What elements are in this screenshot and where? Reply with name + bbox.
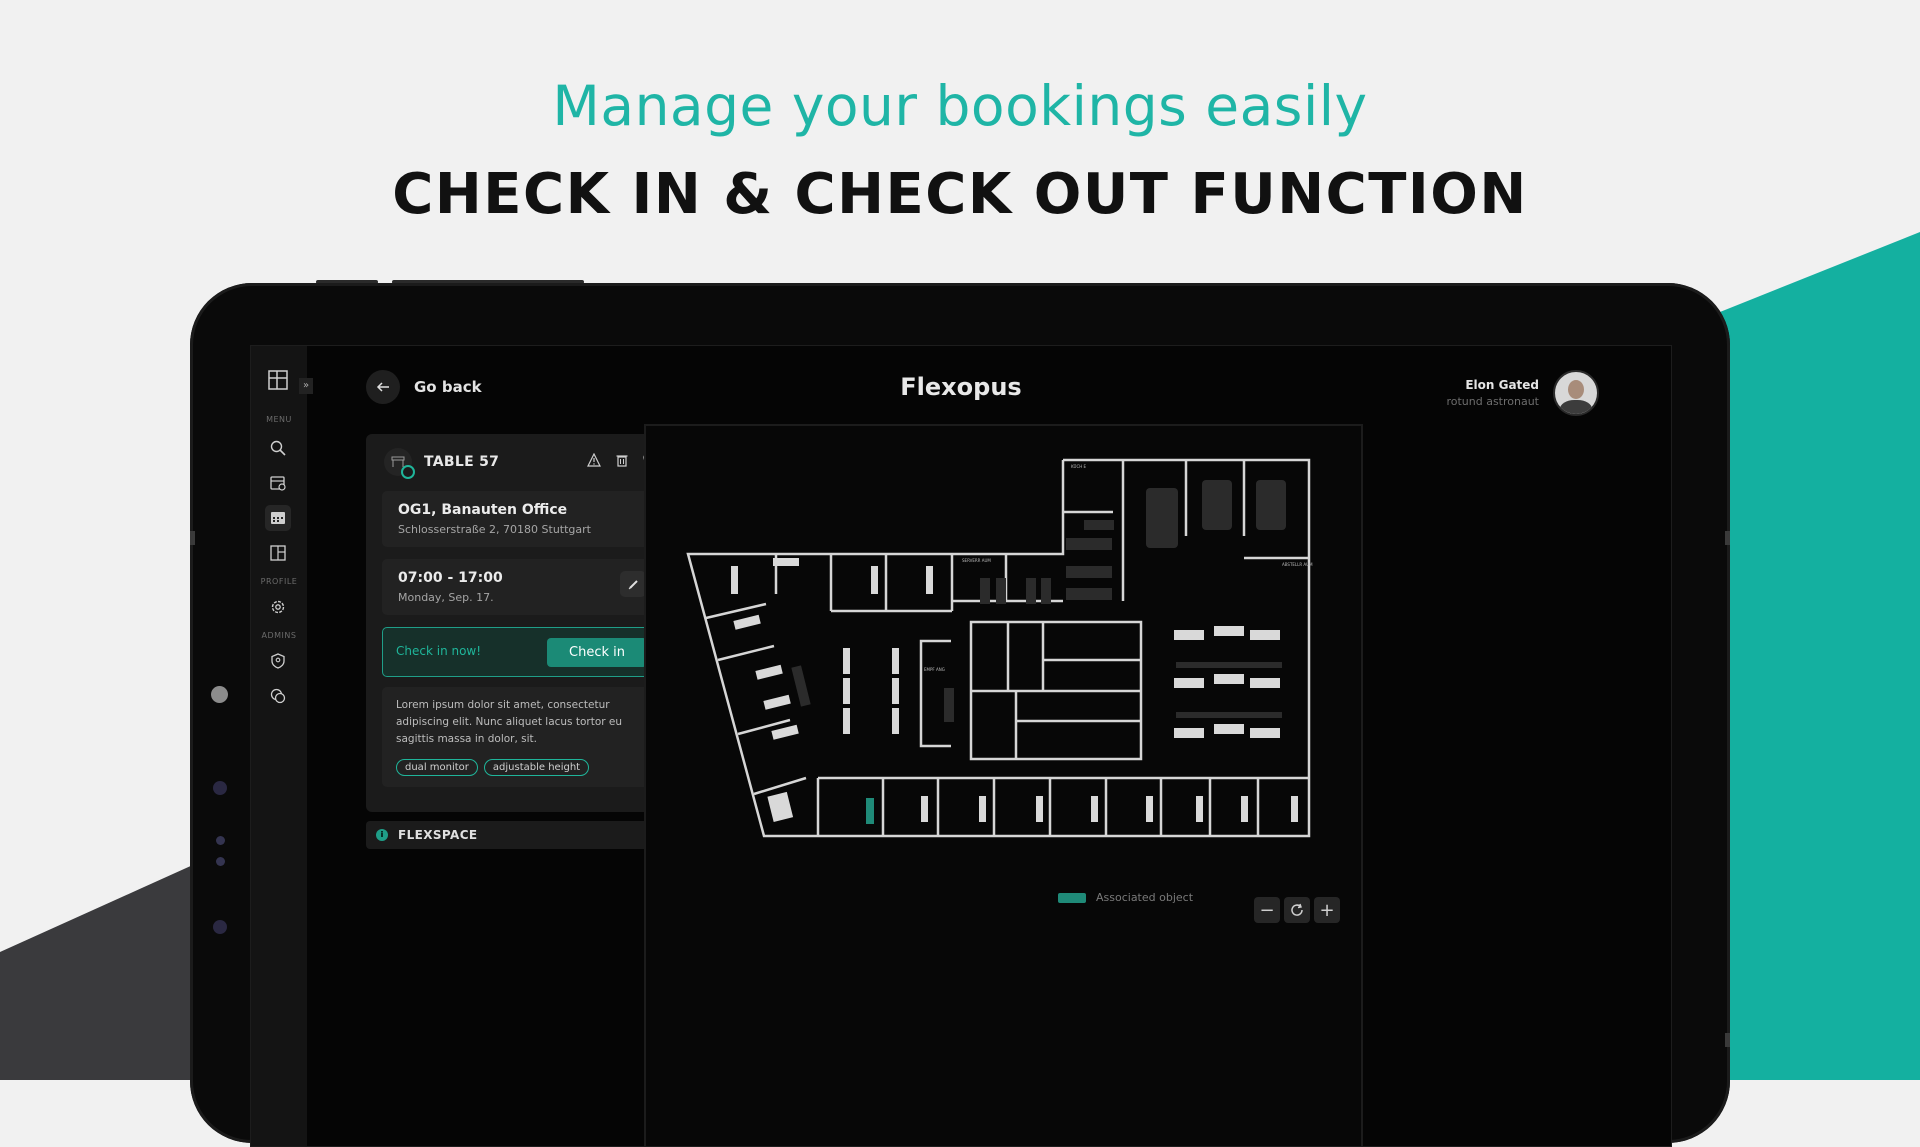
- location-address: Schlosserstraße 2, 70180 Stuttgart: [398, 523, 591, 536]
- calendar-icon[interactable]: [265, 505, 291, 531]
- area-label: FLEXSPACE: [398, 828, 478, 842]
- admins-section-label: ADMINS: [261, 631, 297, 640]
- tablet-device: » MENU PROFILE ADMINS Go back Flexopus E…: [190, 283, 1730, 1147]
- booking-panel: TABLE 57 OG1, Banauten Office Schlossers…: [366, 434, 676, 812]
- location-card: OG1, Banauten Office Schlosserstraße 2, …: [382, 491, 660, 547]
- booking-time: 07:00 - 17:00: [398, 570, 503, 586]
- gear-icon[interactable]: [265, 594, 291, 620]
- profile-section-label: PROFILE: [260, 577, 298, 586]
- zoom-out-button[interactable]: −: [1254, 897, 1280, 923]
- room-label: EMPF ANG: [924, 667, 945, 672]
- sensor: [213, 920, 227, 934]
- device-edge: [1725, 531, 1730, 545]
- floor-plan[interactable]: KÜCH E SERVERR AUM ABSTELLR AUM EMPF ANG: [646, 426, 1361, 946]
- area-row[interactable]: i FLEXSPACE: [366, 821, 676, 849]
- time-card: 07:00 - 17:00 Monday, Sep. 17.: [382, 559, 660, 615]
- floor-plan-map[interactable]: KÜCH E SERVERR AUM ABSTELLR AUM EMPF ANG: [644, 424, 1363, 1146]
- booking-title: TABLE 57: [424, 454, 500, 470]
- associated-desk[interactable]: [866, 798, 874, 824]
- warning-icon[interactable]: [587, 452, 601, 471]
- calendar-check-icon[interactable]: [265, 470, 291, 496]
- status-badge: [401, 465, 415, 479]
- shield-user-icon[interactable]: [265, 648, 291, 674]
- sensor: [216, 836, 225, 845]
- pencil-icon[interactable]: [620, 571, 646, 597]
- feature-tag: dual monitor: [396, 759, 478, 776]
- info-icon: i: [376, 829, 388, 841]
- user-role: rotund astronaut: [1446, 395, 1539, 408]
- booking-date: Monday, Sep. 17.: [398, 591, 494, 604]
- checkin-prompt: Check in now!: [396, 644, 482, 658]
- headline: CHECK IN & CHECK OUT FUNCTION: [392, 162, 1528, 227]
- device-edge: [190, 531, 195, 545]
- reset-icon[interactable]: [1284, 897, 1310, 923]
- camera: [211, 686, 228, 703]
- floorplan-icon[interactable]: [265, 540, 291, 566]
- user-menu[interactable]: Elon Gated rotund astronaut: [1446, 370, 1599, 416]
- sensor: [213, 781, 227, 795]
- avatar[interactable]: [1553, 370, 1599, 416]
- description-text: Lorem ipsum dolor sit amet, consectetur …: [396, 699, 623, 745]
- room-label: ABSTELLR AUM: [1282, 562, 1313, 567]
- room-label: KÜCH E: [1071, 464, 1087, 469]
- user-name: Elon Gated: [1465, 378, 1539, 392]
- tagline: Manage your bookings easily: [552, 74, 1368, 138]
- room-label: SERVERR AUM: [962, 558, 991, 563]
- desk-icon: [384, 448, 415, 479]
- zoom-in-button[interactable]: +: [1314, 897, 1340, 923]
- search-icon[interactable]: [265, 435, 291, 461]
- sidebar: » MENU PROFILE ADMINS: [251, 346, 313, 1146]
- app-screen: » MENU PROFILE ADMINS Go back Flexopus E…: [250, 345, 1672, 1147]
- sensor: [216, 857, 225, 866]
- map-legend: Associated object: [1058, 891, 1193, 904]
- menu-section-label: MENU: [266, 415, 292, 424]
- checkin-box: Check in now! Check in: [382, 627, 660, 677]
- feature-tag: adjustable height: [483, 759, 590, 776]
- chat-icon[interactable]: [265, 683, 291, 709]
- description-card: Lorem ipsum dolor sit amet, consectetur …: [382, 687, 660, 787]
- location-name: OG1, Banauten Office: [398, 502, 568, 518]
- legend-label: Associated object: [1096, 891, 1194, 904]
- trash-icon[interactable]: [615, 452, 629, 471]
- checkin-button[interactable]: Check in: [547, 638, 647, 667]
- device-edge: [1725, 1033, 1730, 1047]
- legend-swatch: [1058, 892, 1086, 903]
